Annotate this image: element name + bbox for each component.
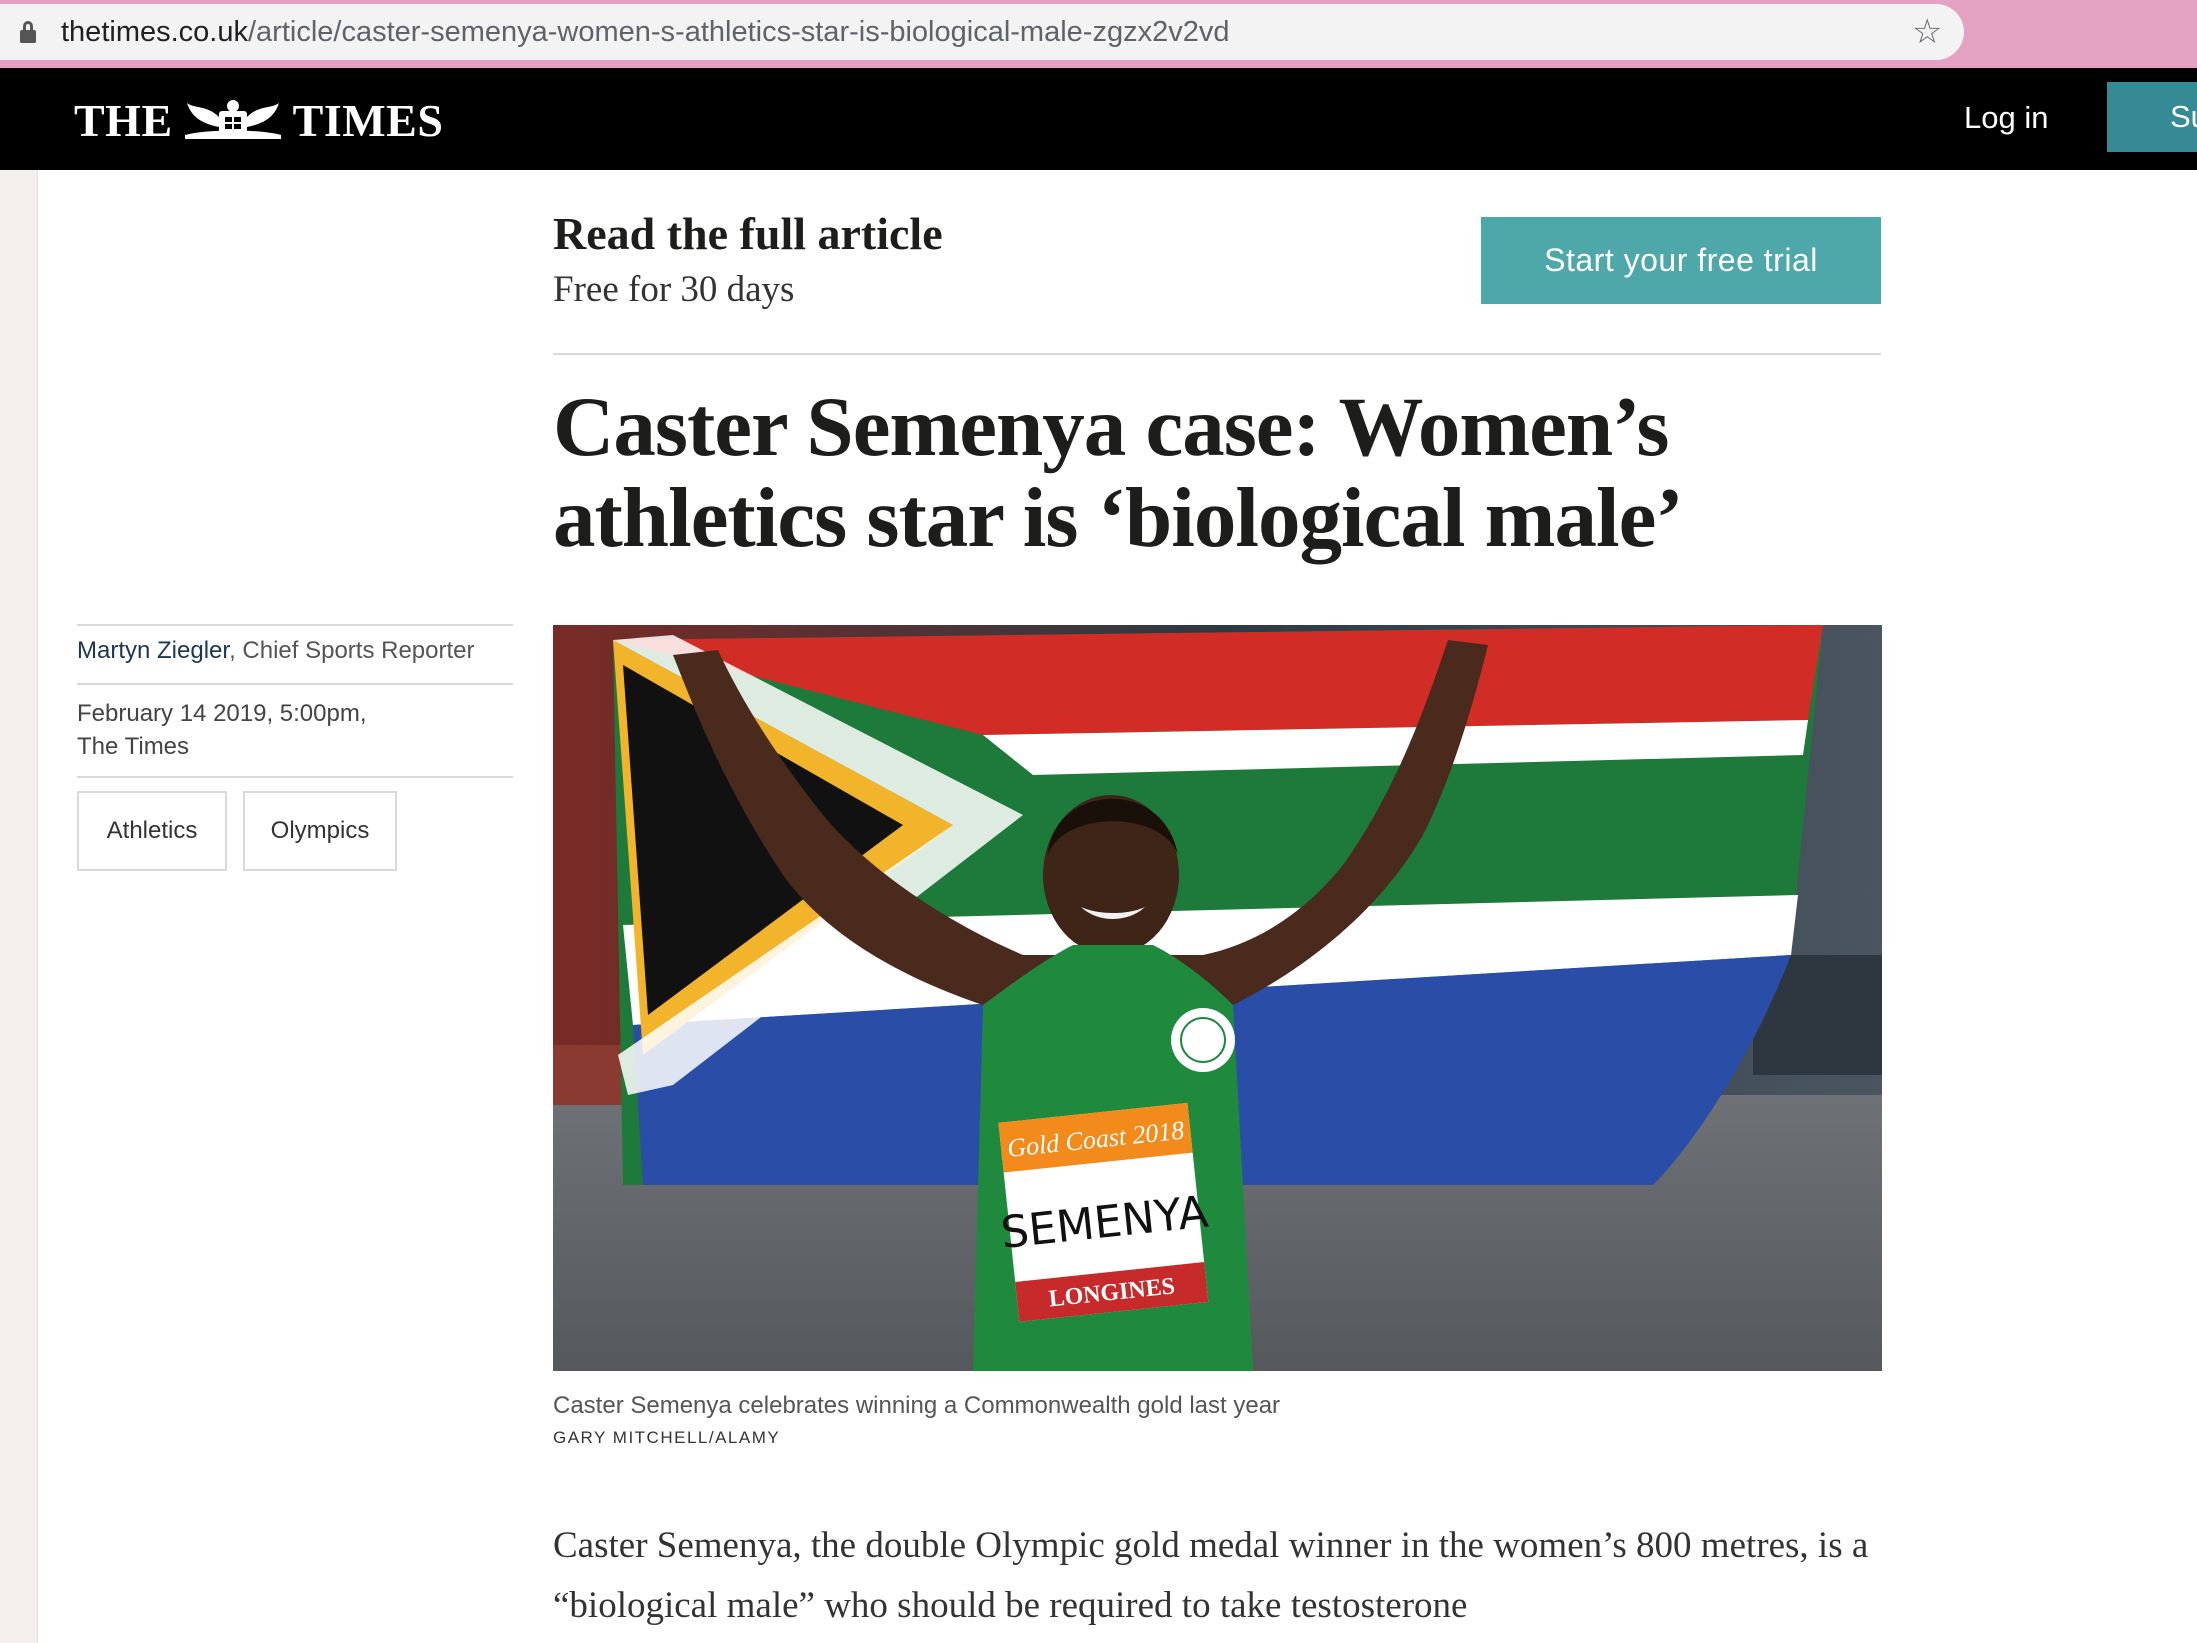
address-bar[interactable]: thetimes.co.uk/article/caster-semenya-wo… (0, 4, 1964, 60)
promo-subtitle: Free for 30 days (553, 269, 795, 310)
tag-olympics[interactable]: Olympics (243, 791, 397, 871)
page-gutter (0, 170, 38, 1643)
byline-rule-top (77, 624, 513, 626)
url-domain: thetimes.co.uk (61, 16, 248, 48)
divider (553, 353, 1881, 355)
byline: Martyn Ziegler, Chief Sports Reporter (77, 633, 475, 669)
article-headline: Caster Semenya case: Women’s athletics s… (553, 380, 1684, 565)
article-body: Caster Semenya, the double Olympic gold … (553, 1525, 1869, 1626)
image-caption: Caster Semenya celebrates winning a Comm… (553, 1392, 1281, 1419)
times-logo[interactable]: THE TIMES (74, 93, 443, 147)
start-free-trial-button[interactable]: Start your free trial (1481, 217, 1881, 304)
url-text[interactable]: thetimes.co.uk/article/caster-semenya-wo… (61, 15, 1229, 49)
bookmark-star-icon[interactable]: ☆ (1912, 12, 1942, 52)
url-path: /article/caster-semenya-women-s-athletic… (247, 16, 1230, 48)
article-image[interactable]: Gold Coast 2018 SEMENYA LONGINES (553, 625, 1882, 1371)
dateline: February 14 2019, 5:00pm, The Times (77, 697, 367, 763)
lock-icon[interactable] (20, 21, 36, 43)
image-credit: GARY MITCHELL/ALAMY (553, 1428, 781, 1447)
logo-text-left: THE (74, 94, 173, 146)
login-link[interactable]: Log in (1964, 98, 2048, 138)
author-link[interactable]: Martyn Ziegler (77, 637, 229, 664)
browser-toolbar: thetimes.co.uk/article/caster-semenya-wo… (0, 0, 2197, 68)
publish-date: February 14 2019, 5:00pm, (77, 700, 367, 727)
promo-title: Read the full article (553, 208, 943, 259)
byline-rule-bottom (77, 776, 513, 778)
athlete-with-flag-illustration: Gold Coast 2018 SEMENYA LONGINES (553, 625, 1882, 1371)
author-role: , Chief Sports Reporter (229, 637, 475, 664)
publication-name: The Times (77, 733, 190, 760)
times-crest-icon (184, 100, 281, 139)
logo-text-right: TIMES (292, 94, 444, 146)
subscribe-button[interactable]: Su (2107, 82, 2197, 152)
byline-rule-middle (77, 683, 513, 685)
tag-athletics[interactable]: Athletics (77, 791, 227, 871)
site-header: THE TIMES Log in Su (0, 68, 2197, 170)
